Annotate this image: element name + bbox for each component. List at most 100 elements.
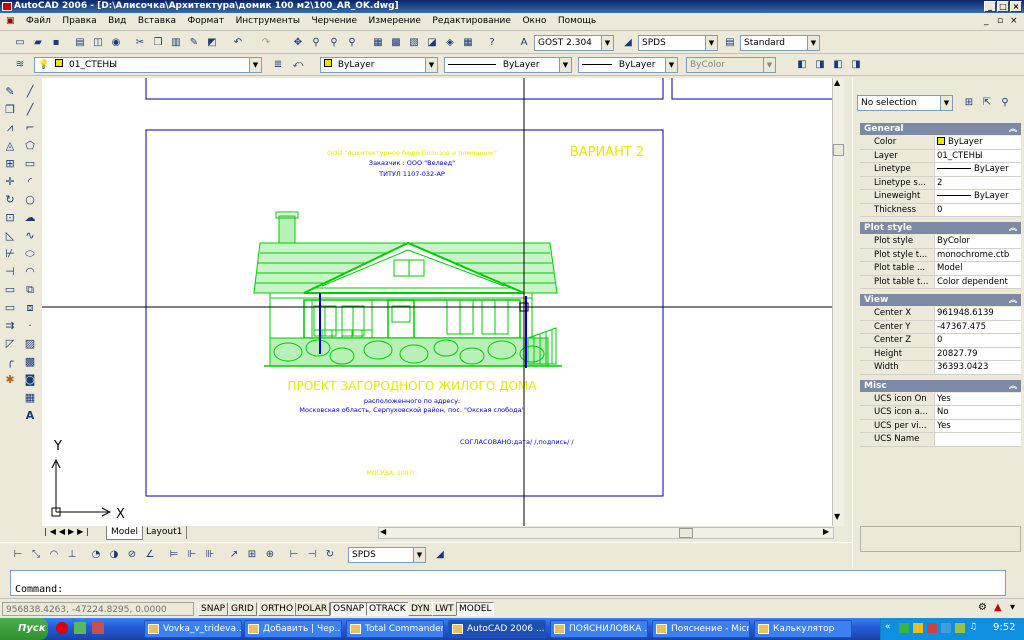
toolbar-lock-icon[interactable]: ▲	[994, 602, 1002, 613]
text-style-icon[interactable]: A	[516, 35, 532, 51]
tray-icon-2[interactable]	[913, 623, 923, 633]
taskbar-button[interactable]: Добавить | Чер...	[244, 620, 342, 638]
dim-update-icon[interactable]: ↻	[322, 547, 338, 563]
status-toggle-grid[interactable]: GRID	[228, 602, 257, 616]
menu-modify[interactable]: Редактирование	[428, 13, 515, 29]
property-row[interactable]: Thickness 0	[860, 203, 1021, 217]
collapse-icon[interactable]: ︽	[1009, 123, 1017, 135]
property-value[interactable]: Color dependent	[934, 275, 1021, 289]
table-style-select[interactable]: Standard ▼	[740, 35, 820, 51]
draworder-above-icon[interactable]: ◧	[830, 57, 846, 73]
autocad-app-icon[interactable]	[2, 2, 12, 11]
property-value[interactable]: Yes	[934, 419, 1021, 433]
rotate-icon[interactable]: ↻	[2, 192, 18, 208]
doc-minimize-button[interactable]: _	[984, 16, 989, 26]
dimtedit-icon[interactable]: ⊣	[304, 547, 320, 563]
menu-format[interactable]: Формат	[184, 13, 229, 29]
dim-style-select[interactable]: SPDS ▼	[638, 35, 718, 51]
chamfer-icon[interactable]: ◸	[2, 336, 18, 352]
property-row[interactable]: Plot style ByColor	[860, 235, 1021, 249]
volume-icon[interactable]: ♫	[969, 622, 977, 632]
property-value[interactable]: Yes	[934, 392, 1021, 406]
status-toggle-otrack[interactable]: OTRACK	[366, 602, 409, 616]
point-icon[interactable]: ·	[22, 318, 38, 334]
layer-select[interactable]: 💡 01_СТЕНЫ ▼	[34, 57, 262, 73]
property-row[interactable]: Center X 961948.6139	[860, 307, 1021, 321]
scroll-right-icon[interactable]: ▶	[823, 527, 829, 536]
collapse-icon[interactable]: ︽	[1009, 380, 1017, 392]
center-mark-icon[interactable]: ⊕	[262, 547, 278, 563]
taskbar-button[interactable]: ПОЯСНИЛОВКА ...	[550, 620, 648, 638]
property-value[interactable]: ByLayer	[934, 163, 1021, 177]
drawing-canvas[interactable]: ООО "Архитектурное бюро Полозов и помощн…	[42, 78, 832, 526]
property-row[interactable]: Lineweight ByLayer	[860, 190, 1021, 204]
plot-icon[interactable]: ▤	[72, 35, 88, 51]
scroll-up-icon[interactable]: ▲	[834, 78, 840, 87]
help-icon[interactable]: ?	[484, 35, 500, 51]
zoom-previous-icon[interactable]: ⚲	[344, 35, 360, 51]
break-at-point-icon[interactable]: ▭	[2, 282, 18, 298]
tab-nav-arrows[interactable]: |◀◀▶▶|	[44, 527, 92, 536]
color-select[interactable]: ByLayer ▼	[320, 57, 438, 73]
redo-icon[interactable]: ↷	[258, 35, 274, 51]
design-center-icon[interactable]: ▩	[388, 35, 404, 51]
menu-dimension[interactable]: Измерение	[365, 13, 425, 29]
hatch-icon[interactable]: ▨	[22, 336, 38, 352]
linetype-select[interactable]: ByLayer ▼	[444, 57, 572, 73]
menu-tools[interactable]: Инструменты	[232, 13, 304, 29]
new-icon[interactable]: ▭	[12, 35, 28, 51]
property-row[interactable]: Layer 01_СТЕНЫ	[860, 149, 1021, 163]
menu-window[interactable]: Окно	[518, 13, 550, 29]
layer-manager-icon[interactable]: ≋	[12, 57, 28, 73]
menu-help[interactable]: Помощь	[554, 13, 600, 29]
publish-icon[interactable]: ◉	[108, 35, 124, 51]
property-value[interactable]: 20827.79	[934, 347, 1021, 361]
draworder-back-icon[interactable]: ◨	[812, 57, 828, 73]
leader-icon[interactable]: ↗	[226, 547, 242, 563]
multiline-text-icon[interactable]: A	[22, 408, 38, 424]
section-header-general[interactable]: General ︽	[860, 123, 1021, 135]
radius-dim-icon[interactable]: ◔	[88, 547, 104, 563]
status-toggle-model[interactable]: MODEL	[456, 602, 495, 616]
status-toggle-ortho[interactable]: ORTHO	[258, 602, 297, 616]
property-row[interactable]: Center Y -47367.475	[860, 320, 1021, 334]
extend-icon[interactable]: ⊣	[2, 264, 18, 280]
select-objects-icon[interactable]: ⇱	[979, 95, 995, 111]
region-icon[interactable]: ◙	[22, 372, 38, 388]
rectangle-icon[interactable]: ▭	[22, 156, 38, 172]
doc-restore-button[interactable]: ▫	[997, 16, 1003, 26]
menu-edit[interactable]: Правка	[58, 13, 100, 29]
dimension-style-icon[interactable]: ◢	[432, 547, 448, 563]
menu-insert[interactable]: Вставка	[134, 13, 180, 29]
tab-model[interactable]: Model	[106, 526, 144, 540]
tray-icon-4[interactable]	[941, 623, 951, 633]
document-icon[interactable]: ▣	[0, 13, 19, 29]
quick-dim-icon[interactable]: ⊨	[166, 547, 182, 563]
polygon-icon[interactable]: ⬠	[22, 138, 38, 154]
dim-style-icon[interactable]: ◢	[620, 35, 636, 51]
menu-file[interactable]: Файл	[22, 13, 55, 29]
pan-icon[interactable]: ✥	[290, 35, 306, 51]
tray-icon-1[interactable]	[899, 623, 909, 633]
property-value[interactable]: No	[934, 406, 1021, 420]
horizontal-scrollbar[interactable]: ◀ ▶	[378, 527, 834, 539]
tray-icon-5[interactable]	[955, 623, 965, 633]
preview-icon[interactable]: ◫	[90, 35, 106, 51]
zoom-window-icon[interactable]: ⚲	[326, 35, 342, 51]
sheet-set-icon[interactable]: ◪	[424, 35, 440, 51]
dimedit-icon[interactable]: ⊢	[286, 547, 302, 563]
property-value[interactable]: ByLayer	[934, 136, 1021, 150]
text-style-select[interactable]: GOST 2.304 ▼	[534, 35, 614, 51]
close-button[interactable]: ×	[1010, 1, 1022, 12]
tray-expand-icon[interactable]: «	[885, 622, 891, 632]
property-value[interactable]: 01_СТЕНЫ	[934, 149, 1021, 163]
ellipse-icon[interactable]: ⬭	[22, 246, 38, 262]
draworder-under-icon[interactable]: ◨	[848, 57, 864, 73]
status-toggle-lwt[interactable]: LWT	[432, 602, 457, 616]
menu-draw[interactable]: Черчение	[307, 13, 361, 29]
paste-icon[interactable]: ▥	[168, 35, 184, 51]
property-value[interactable]: ByLayer	[934, 190, 1021, 204]
offset-icon[interactable]: ◬	[2, 138, 18, 154]
status-toggle-dyn[interactable]: DYN	[408, 602, 433, 616]
ellipse-arc-icon[interactable]: ◠	[22, 264, 38, 280]
